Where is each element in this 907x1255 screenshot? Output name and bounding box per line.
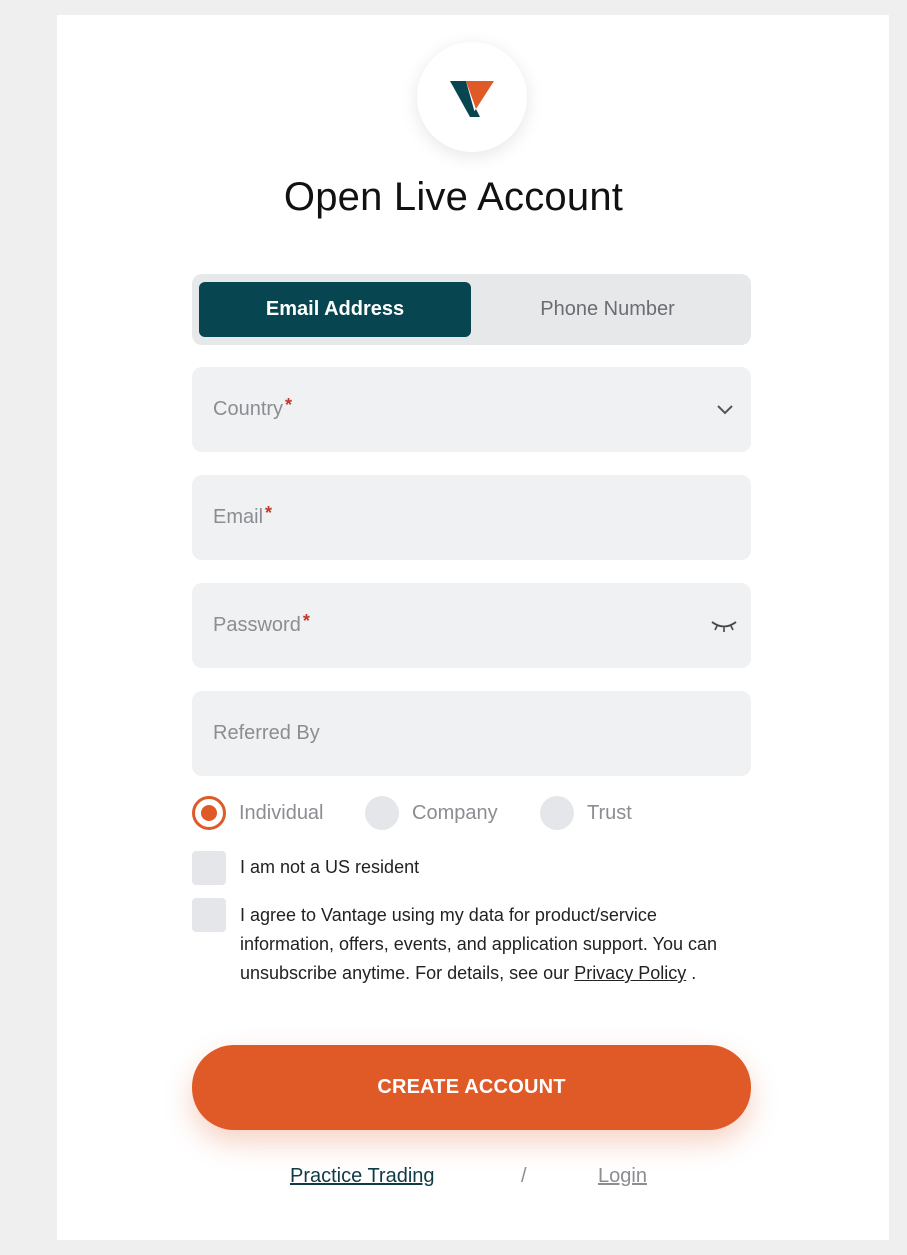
consent-checkbox[interactable] <box>192 898 226 932</box>
country-select[interactable]: Country * <box>192 367 751 452</box>
page-title: Open Live Account <box>283 175 624 219</box>
email-label: Email * <box>213 503 273 528</box>
required-marker: * <box>265 503 273 523</box>
radio-individual[interactable]: Individual <box>192 796 324 830</box>
chevron-down-icon[interactable] <box>713 397 737 421</box>
referred-by-label: Referred By <box>213 722 320 744</box>
password-field[interactable]: Password * <box>192 583 751 668</box>
account-type-group: Individual Company Trust <box>192 796 751 832</box>
eye-closed-icon[interactable] <box>709 615 739 635</box>
email-field[interactable]: Email * <box>192 475 751 560</box>
radio-trust[interactable]: Trust <box>540 796 632 830</box>
us-resident-checkbox[interactable] <box>192 851 226 885</box>
practice-trading-link[interactable]: Practice Trading <box>290 1165 435 1188</box>
country-label: Country * <box>213 395 293 420</box>
create-account-button[interactable]: CREATE ACCOUNT <box>192 1045 751 1130</box>
required-marker: * <box>285 395 293 415</box>
radio-selected-indicator[interactable] <box>192 796 226 830</box>
us-resident-label: I am not a US resident <box>240 857 420 877</box>
radio-indicator[interactable] <box>540 796 574 830</box>
radio-company[interactable]: Company <box>365 796 498 830</box>
signup-method-tabs: Email Address Phone Number <box>192 274 751 345</box>
vantage-logo <box>417 42 527 152</box>
footer-separator: / <box>521 1165 527 1187</box>
required-marker: * <box>302 611 310 631</box>
password-label: Password * <box>213 611 310 636</box>
vantage-logo-icon <box>450 81 494 117</box>
consent-label: I agree to Vantage using my data for pro… <box>240 905 717 983</box>
radio-indicator[interactable] <box>365 796 399 830</box>
referred-by-field[interactable]: Referred By <box>192 691 751 776</box>
login-link[interactable]: Login <box>598 1165 647 1188</box>
tab-email-address[interactable]: Email Address <box>199 282 471 337</box>
tab-phone-number[interactable]: Phone Number <box>471 282 744 337</box>
privacy-policy-link[interactable]: Privacy Policy <box>574 963 686 983</box>
